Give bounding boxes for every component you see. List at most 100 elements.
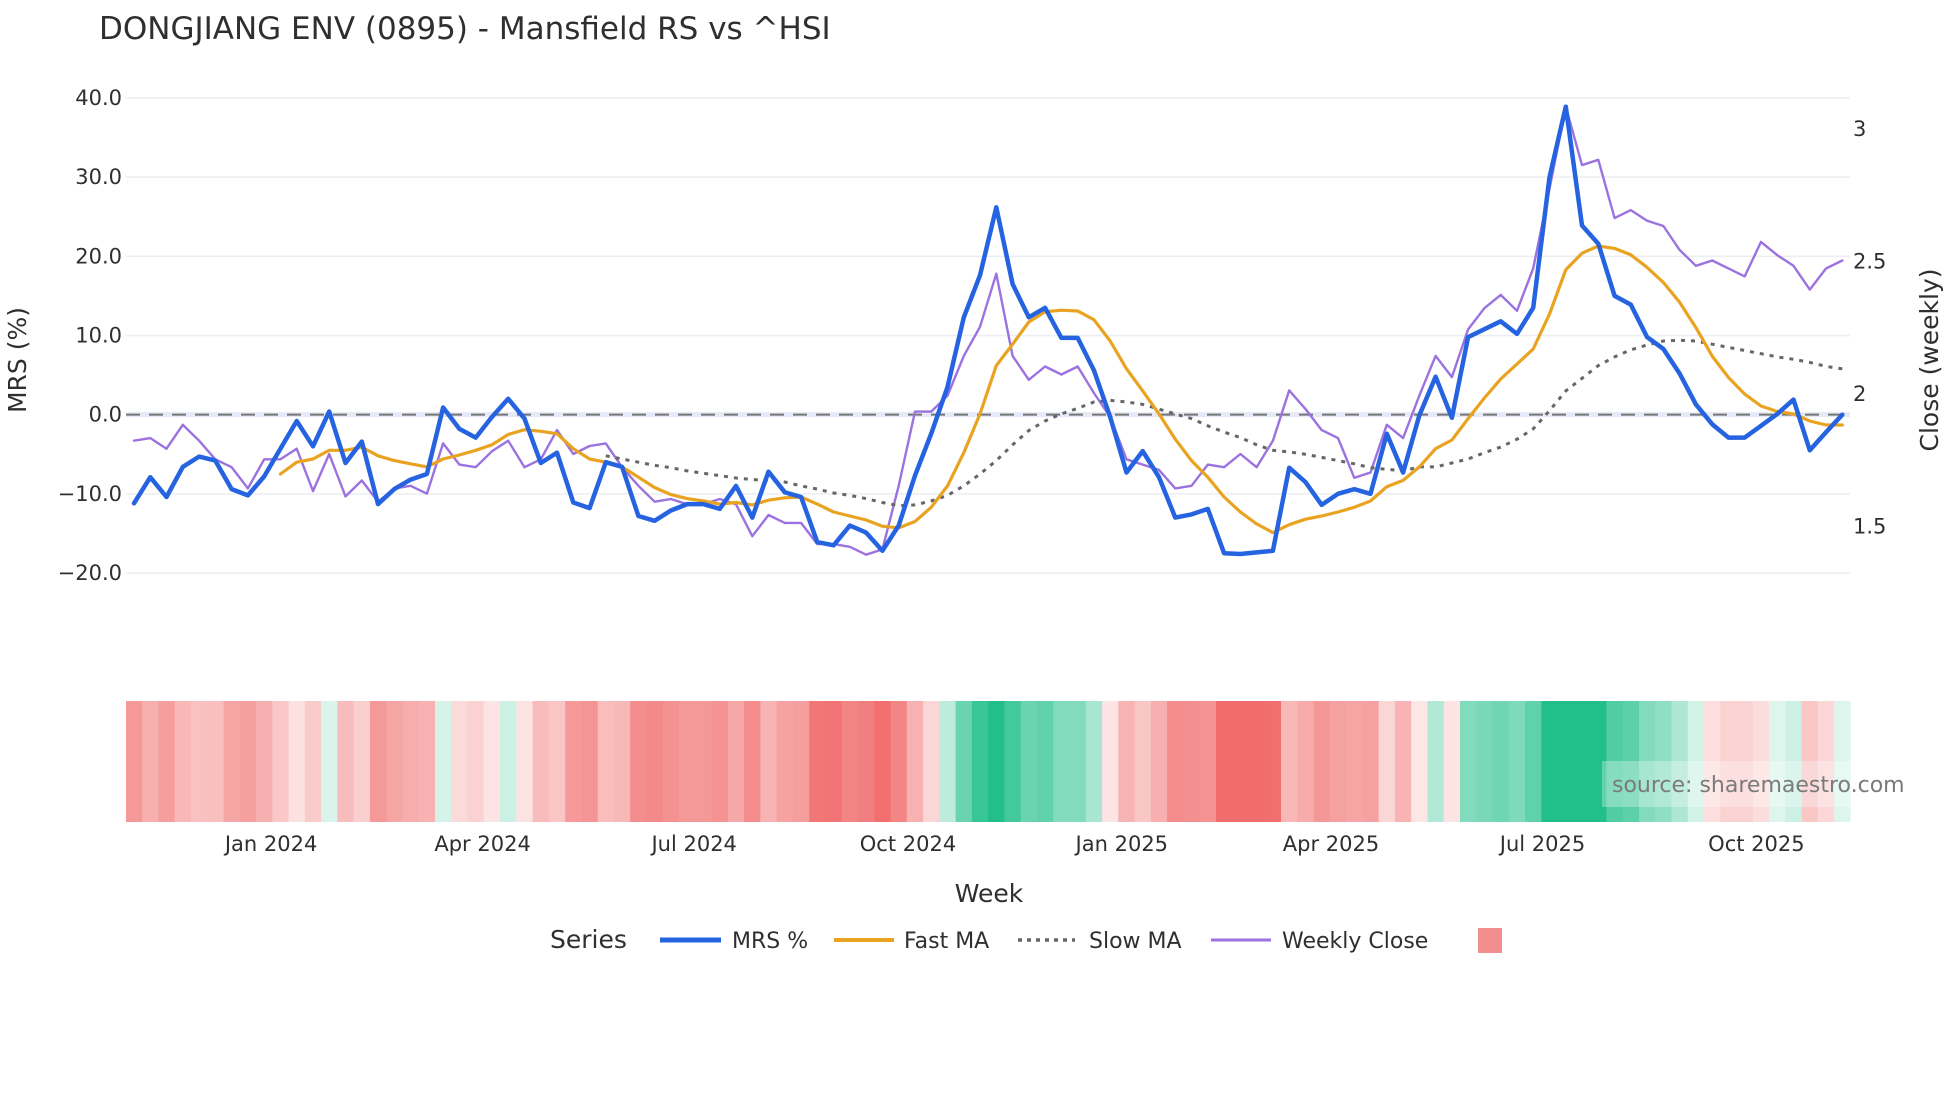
series-line-slow-ma: [605, 338, 1843, 508]
heatmap-cell: [711, 701, 729, 822]
heatmap-cell: [906, 701, 924, 822]
legend-swatch-heatmap[interactable]: [1478, 928, 1502, 953]
legend-item-mrs[interactable]: MRS %: [660, 929, 808, 954]
x-tick-label: Oct 2024: [860, 832, 956, 856]
heatmap-cell: [1541, 701, 1559, 822]
heatmap-cell: [1248, 701, 1266, 822]
heatmap-cell: [679, 701, 696, 822]
heatmap-cell: [939, 701, 957, 822]
y2-axis-ticks: 3 2.5 2 1.5: [1853, 117, 1886, 539]
y-axis-title: MRS (%): [3, 307, 32, 413]
heatmap-cell: [126, 701, 143, 822]
heatmap-cell: [321, 701, 338, 822]
legend-label-slow-ma: Slow MA: [1089, 929, 1182, 954]
heatmap-cell: [190, 701, 208, 822]
heatmap-cell: [1118, 701, 1136, 822]
y2-tick-label: 3: [1853, 117, 1866, 141]
source-watermark: source: sharemaestro.com: [1602, 761, 1905, 807]
heatmap-cell: [1134, 701, 1152, 822]
heatmap-cell: [353, 701, 371, 822]
heatmap-cell: [1378, 701, 1396, 822]
heatmap-cell: [1167, 701, 1184, 822]
heatmap-cell: [874, 701, 892, 822]
heatmap-cell: [1150, 701, 1168, 822]
heatmap-cell: [744, 701, 761, 822]
heatmap-cell: [402, 701, 420, 822]
heatmap-cell: [614, 701, 631, 822]
heatmap-cell: [223, 701, 241, 822]
x-axis-title: Week: [955, 879, 1024, 908]
heatmap-cell: [1199, 701, 1217, 822]
heatmap-cell: [727, 701, 745, 822]
legend-title: Series: [550, 925, 627, 954]
x-tick-label: Jul 2024: [649, 832, 736, 856]
series-lines: [131, 104, 1845, 557]
legend: Series MRS % Fast MA Slow MA Weekly Clos…: [550, 925, 1502, 954]
legend-label-mrs: MRS %: [732, 929, 808, 954]
heatmap-cell: [1411, 701, 1429, 822]
heatmap-cell: [532, 701, 550, 822]
heatmap-cell: [695, 701, 713, 822]
heatmap-cell: [646, 701, 664, 822]
heatmap-cell: [1102, 701, 1119, 822]
heatmap-cell: [630, 701, 648, 822]
legend-item-fast-ma[interactable]: Fast MA: [834, 929, 989, 954]
heatmap-cell: [288, 701, 306, 822]
heatmap-cell: [1525, 701, 1542, 822]
heatmap-cell: [1216, 701, 1233, 822]
heatmap-cell: [1004, 701, 1022, 822]
heatmap-cell: [516, 701, 534, 822]
heatmap-cell: [483, 701, 501, 822]
heatmap-cell: [451, 701, 469, 822]
y2-axis-title: Close (weekly): [1915, 269, 1944, 452]
legend-item-slow-ma[interactable]: Slow MA: [1018, 929, 1182, 954]
heatmap-cell: [825, 701, 843, 822]
heatmap-cell: [1183, 701, 1201, 822]
heatmap-cell: [1427, 701, 1445, 822]
heatmap-cell: [1085, 701, 1103, 822]
heatmap-cell: [1443, 701, 1461, 822]
heatmap-cell: [581, 701, 599, 822]
heatmap-cell: [1557, 701, 1575, 822]
y-tick-label: 20.0: [75, 244, 122, 268]
y-axis-ticks: 40.0 30.0 20.0 10.0 0.0 −10.0 −20.0: [58, 86, 122, 585]
heatmap-cell: [988, 701, 1006, 822]
y2-tick-label: 2.5: [1853, 249, 1886, 273]
x-tick-label: Jul 2025: [1498, 832, 1585, 856]
heatmap-cell: [841, 701, 859, 822]
y-tick-label: 10.0: [75, 324, 122, 348]
heatmap-cell: [337, 701, 355, 822]
heatmap-cell: [1232, 701, 1250, 822]
heatmap-cell: [1460, 701, 1477, 822]
heatmap-cell: [158, 701, 176, 822]
heatmap-cell: [1264, 701, 1282, 822]
y-tick-label: −10.0: [58, 482, 122, 506]
heatmap-cell: [500, 701, 517, 822]
heatmap-cell: [435, 701, 452, 822]
y-tick-label: 40.0: [75, 86, 122, 110]
heatmap-cell: [890, 701, 908, 822]
x-tick-label: Apr 2024: [434, 832, 530, 856]
y2-tick-label: 1.5: [1853, 515, 1886, 539]
legend-item-weekly-close[interactable]: Weekly Close: [1211, 929, 1428, 954]
heatmap-cell: [467, 701, 485, 822]
heatmap-cell: [1346, 701, 1363, 822]
heatmap-cell: [1020, 701, 1038, 822]
y2-tick-label: 2: [1853, 382, 1866, 406]
heatmap-cell: [174, 701, 192, 822]
heatmap-cell: [418, 701, 436, 822]
heatmap-cell: [1037, 701, 1054, 822]
heatmap-cell: [858, 701, 875, 822]
heatmap-cell: [1281, 701, 1298, 822]
heatmap-cell: [971, 701, 989, 822]
heatmap-cell: [1362, 701, 1380, 822]
heatmap-cell: [1297, 701, 1315, 822]
heatmap-cell: [272, 701, 290, 822]
heatmap-cell: [142, 701, 159, 822]
watermark-text: source: sharemaestro.com: [1612, 773, 1905, 798]
x-tick-label: Jan 2025: [1074, 832, 1169, 856]
heatmap-cell: [256, 701, 273, 822]
x-tick-label: Oct 2025: [1708, 832, 1804, 856]
series-line-weekly-close: [132, 105, 1844, 556]
heatmap-cell: [597, 701, 615, 822]
